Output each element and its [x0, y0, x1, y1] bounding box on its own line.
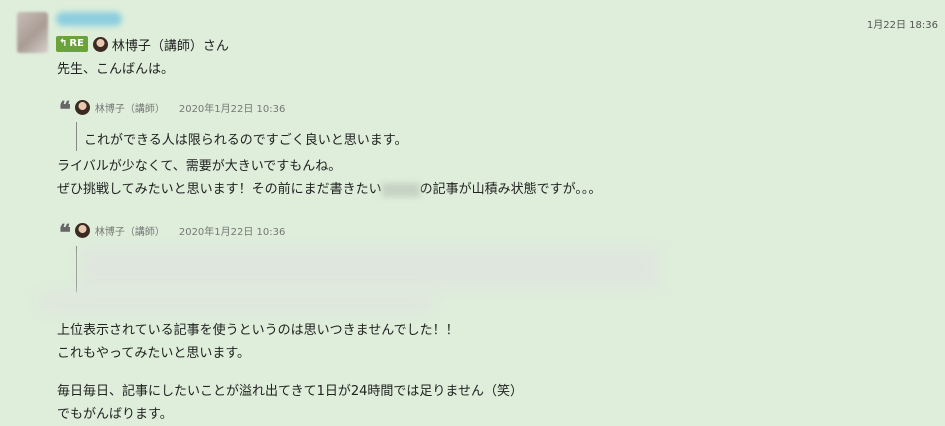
paragraph-1-line-1: ライバルが少なくて、需要が大きいですもんね。 — [57, 159, 342, 174]
reply-badge[interactable]: ↰ RE — [56, 36, 88, 52]
greeting-text: 先生、こんばんは。 — [57, 62, 175, 77]
quote-date: 2020年1月22日 10:36 — [178, 226, 286, 238]
quote-mark-icon: ❝ — [59, 97, 71, 123]
quote-header-2: ❝ 林博子（講師） 2020年1月22日 10:36 — [59, 220, 286, 246]
quote-text-2-redacted-line — [40, 292, 430, 312]
sender-avatar[interactable] — [17, 12, 48, 53]
quote-author: 林博子（講師） — [94, 226, 165, 238]
quote-bar-1 — [76, 122, 77, 151]
sender-name-redacted[interactable] — [56, 12, 122, 26]
quote-author: 林博子（講師） — [94, 103, 165, 115]
quote-header-1: ❝ 林博子（講師） 2020年1月22日 10:36 — [59, 97, 286, 123]
redacted-word — [381, 182, 420, 197]
paragraph-3-line-2: でもがんばります。 — [57, 407, 173, 422]
quote-text-2-redacted — [80, 248, 658, 288]
paragraph-3-line-1: 毎日毎日、記事にしたいことが溢れ出てきて1日が24時間では足りません（笑） — [57, 384, 524, 399]
quote-bar-2 — [76, 246, 77, 292]
paragraph-2-line-2: これもやってみたいと思います。 — [57, 346, 251, 361]
reply-to-line: ↰ RE 林博子（講師）さん — [56, 35, 229, 54]
quote-author-avatar — [74, 99, 90, 115]
reply-badge-label: RE — [69, 38, 84, 49]
reply-to-avatar — [92, 36, 108, 52]
message-timestamp: 1月22日 18:36 — [866, 20, 938, 31]
quote-mark-icon: ❝ — [59, 220, 71, 246]
reply-arrow-icon: ↰ — [59, 38, 68, 49]
quote-author-avatar — [74, 222, 90, 238]
paragraph-1-line-2: ぜひ挑戦してみたいと思います！その前にまだ書きたい の記事が山積み状態ですが。。。 — [57, 182, 602, 197]
reply-to-name: 林博子（講師）さん — [111, 38, 229, 54]
paragraph-2-line-1: 上位表示されている記事を使うというのは思いつきませんでした！！ — [57, 323, 459, 338]
quote-date: 2020年1月22日 10:36 — [178, 103, 286, 115]
quote-text-1: これができる人は限られるのですごく良いと思います。 — [84, 133, 408, 148]
